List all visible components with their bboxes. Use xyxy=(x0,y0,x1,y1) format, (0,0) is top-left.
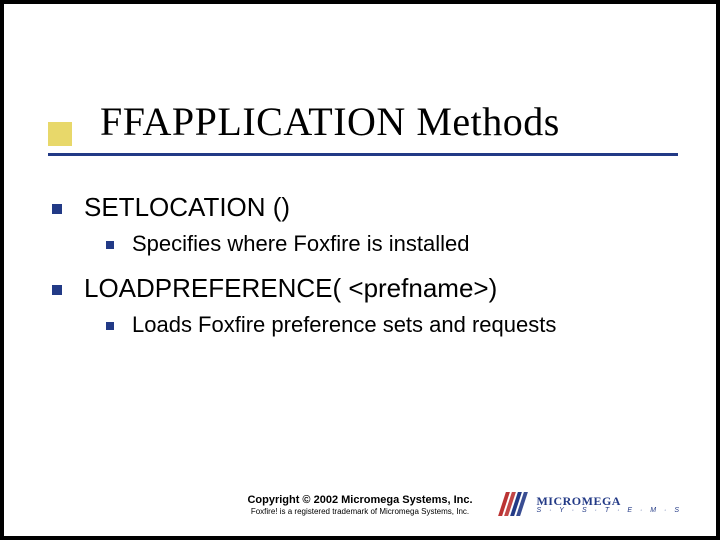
list-subitem: Specifies where Foxfire is installed xyxy=(106,231,556,257)
list-subitem-label: Loads Foxfire preference sets and reques… xyxy=(132,312,556,338)
accent-square xyxy=(48,122,72,146)
logo-mark-icon xyxy=(500,492,530,516)
list-item-label: SETLOCATION () xyxy=(84,192,290,223)
list-subitem: Loads Foxfire preference sets and reques… xyxy=(106,312,556,338)
bullet-icon xyxy=(52,204,62,214)
slide-body: SETLOCATION () Specifies where Foxfire i… xyxy=(52,192,556,354)
slide: FFAPPLICATION Methods SETLOCATION () Spe… xyxy=(4,4,716,536)
bullet-icon xyxy=(106,322,114,330)
accent-rule xyxy=(48,153,678,156)
logo-name: MICROMEGA xyxy=(536,495,682,507)
logo-subtitle: S · Y · S · T · E · M · S xyxy=(536,507,682,514)
list-item-label: LOADPREFERENCE( <prefname>) xyxy=(84,273,497,304)
list-item: SETLOCATION () xyxy=(52,192,556,223)
slide-title: FFAPPLICATION Methods xyxy=(100,98,560,145)
bullet-icon xyxy=(106,241,114,249)
list-item: LOADPREFERENCE( <prefname>) xyxy=(52,273,556,304)
list-subitem-label: Specifies where Foxfire is installed xyxy=(132,231,469,257)
micromega-logo: MICROMEGA S · Y · S · T · E · M · S xyxy=(500,492,682,516)
bullet-icon xyxy=(52,285,62,295)
logo-text: MICROMEGA S · Y · S · T · E · M · S xyxy=(536,495,682,514)
